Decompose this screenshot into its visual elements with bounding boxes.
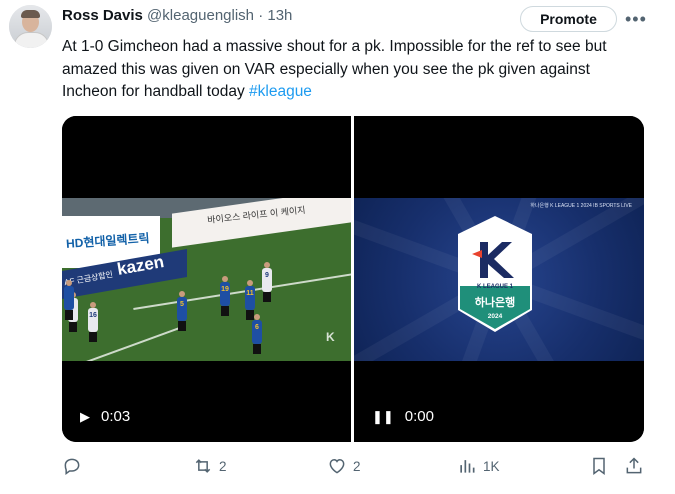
views-count: 1K [483,458,500,474]
k-league-badge: K LEAGUE 1 하나은행 2024 [454,214,536,334]
avatar-hair [21,10,40,18]
video-controls-right: ❚❚ 0:00 [372,408,434,425]
tweet-timestamp[interactable]: 13h [267,7,292,24]
more-options-icon[interactable]: ••• [625,9,647,30]
player-blue: 6 [252,314,262,354]
badge-sponsor-text: 하나은행 [474,297,516,309]
video-controls-left: ▶ 0:03 [80,408,130,425]
share-button[interactable] [624,456,644,476]
heart-icon [329,458,345,474]
hashtag-link[interactable]: #kleague [249,83,312,100]
author-name[interactable]: Ross Davis [62,7,143,24]
video-time-right: 0:00 [404,408,434,425]
reply-button[interactable] [62,456,88,476]
author-handle[interactable]: @kleaguenglish [147,7,254,24]
badge-league-text: K LEAGUE 1 [476,284,513,290]
pitch-line [65,327,179,361]
repost-button[interactable]: 2 [193,456,227,476]
video-time-left: 0:03 [101,408,131,425]
video-right[interactable]: 하나은행 K LEAGUE 1 2024 IB SPORTS LIVE K LE… [354,116,644,442]
pause-icon[interactable]: ❚❚ [372,409,394,425]
video-left[interactable]: 바이오스 라이프 이 케이지 HD현대일렉트릭 AF 근금상합인 kazen 1… [62,116,351,442]
player-blue: 11 [245,280,255,320]
play-icon[interactable]: ▶ [80,409,90,425]
league-watermark: K [326,330,335,344]
tweet-header: Ross Davis @kleaguenglish · 13h [62,7,292,24]
player-white: 16 [88,302,98,342]
views-icon [460,460,475,473]
views-button[interactable]: 1K [457,456,500,476]
video-frame-league-badge: 하나은행 K LEAGUE 1 2024 IB SPORTS LIVE K LE… [354,198,644,361]
tweet-actions-bar: 2 2 1K [62,456,652,482]
repost-count: 2 [219,458,227,474]
tweet-body: At 1-0 Gimcheon had a massive shout for … [62,38,607,100]
share-icon [626,457,642,474]
avatar-shirt [14,32,49,48]
player-white: 9 [262,262,272,302]
player-blue: 19 [220,276,230,316]
like-button[interactable]: 2 [327,456,361,476]
repost-icon [195,459,211,473]
player-blue [64,280,74,320]
bookmark-icon [593,457,605,475]
tweet-text: At 1-0 Gimcheon had a massive shout for … [62,36,642,104]
bookmark-button[interactable] [589,456,609,476]
like-count: 2 [353,458,361,474]
author-avatar[interactable] [9,5,52,48]
video-frame-soccer: 바이오스 라이프 이 케이지 HD현대일렉트릭 AF 근금상합인 kazen 1… [62,198,351,361]
reply-icon [64,458,80,475]
media-grid: 바이오스 라이프 이 케이지 HD현대일렉트릭 AF 근금상합인 kazen 1… [62,116,644,442]
promote-button[interactable]: Promote [520,6,617,32]
badge-year-text: 2024 [487,313,503,320]
broadcast-caption: 하나은행 K LEAGUE 1 2024 IB SPORTS LIVE [530,203,632,209]
player-blue: 5 [177,291,187,331]
header-separator: · [258,7,264,24]
